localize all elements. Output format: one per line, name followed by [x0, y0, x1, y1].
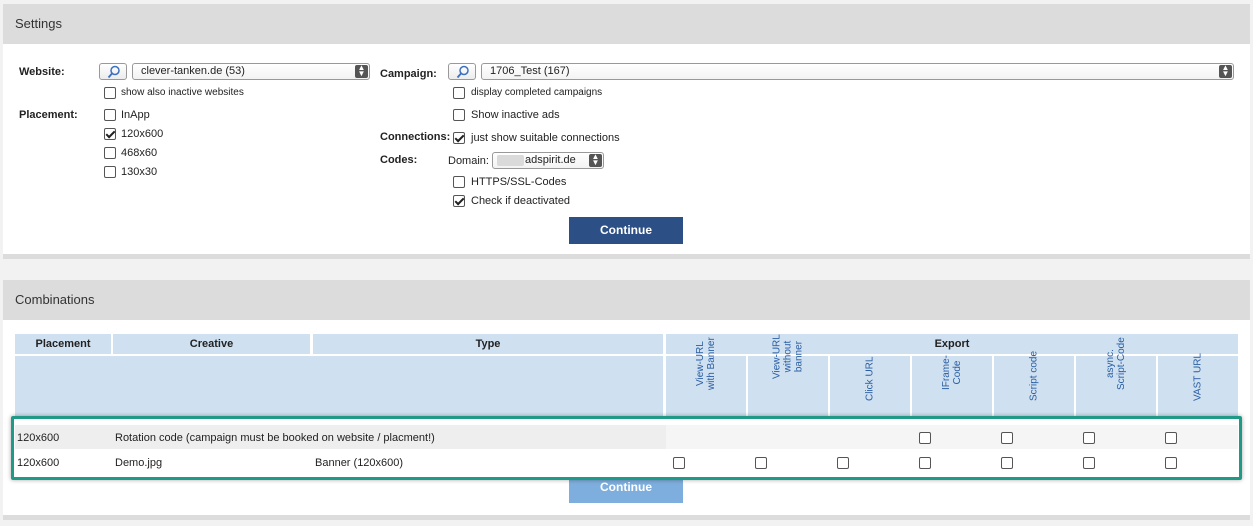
- check-deactivated-label: Check if deactivated: [471, 195, 571, 207]
- row-placement: 120x600: [17, 457, 60, 469]
- settings-panel: Settings Website: clever-tanken.de (53) …: [3, 4, 1250, 259]
- placement-label-130x30: 130x30: [121, 166, 158, 178]
- show-inactive-websites-label: show also inactive websites: [121, 87, 244, 98]
- iframe-code-checkbox[interactable]: [919, 457, 931, 469]
- campaign-select[interactable]: 1706_Test (167) ▲ ▼: [481, 63, 1234, 80]
- website-select-value: clever-tanken.de (53): [141, 65, 245, 77]
- show-inactive-ads-checkbox[interactable]: [453, 109, 465, 121]
- settings-continue-button[interactable]: Continue: [569, 217, 683, 244]
- website-select[interactable]: clever-tanken.de (53) ▲ ▼: [132, 63, 370, 80]
- display-completed-checkbox[interactable]: [453, 87, 465, 99]
- display-completed-label: display completed campaigns: [471, 87, 603, 98]
- suitable-connections-checkbox[interactable]: [453, 132, 465, 144]
- placement-label-inapp: InApp: [121, 109, 150, 121]
- combinations-panel: Combinations Placement Creative Type Exp…: [3, 280, 1250, 520]
- export-header-vast-url: VAST URL: [1158, 353, 1238, 416]
- domain-select[interactable]: adspirit.de ▲ ▼: [492, 152, 604, 169]
- row-type: Banner (120x600): [315, 457, 404, 469]
- column-header-creative: Creative: [113, 334, 310, 354]
- row-placement: 120x600: [17, 432, 60, 444]
- async-script-code-checkbox[interactable]: [1083, 432, 1095, 444]
- vast-url-checkbox[interactable]: [1165, 432, 1177, 444]
- row-creative: Demo.jpg: [115, 457, 163, 469]
- async-script-code-checkbox[interactable]: [1083, 457, 1095, 469]
- combinations-title: Combinations: [3, 280, 1250, 320]
- placement-checkbox-130x30[interactable]: [104, 166, 116, 178]
- domain-label: Domain:: [448, 155, 489, 167]
- chevron-updown-icon: ▲ ▼: [589, 153, 602, 167]
- campaign-select-value: 1706_Test (167): [490, 65, 570, 77]
- chevron-updown-icon: ▲ ▼: [1219, 64, 1232, 78]
- check-deactivated-checkbox[interactable]: [453, 195, 465, 207]
- export-header-click-url: Click URL: [830, 356, 910, 416]
- script-code-checkbox[interactable]: [1001, 432, 1013, 444]
- campaign-label: Campaign:: [380, 68, 437, 80]
- placement-label: Placement:: [19, 109, 78, 121]
- placement-label-468x60: 468x60: [121, 147, 158, 159]
- search-icon: [456, 65, 469, 79]
- export-cells-bg: [666, 425, 1238, 449]
- click-url-checkbox[interactable]: [837, 457, 849, 469]
- row-creative: Rotation code (campaign must be booked o…: [115, 432, 435, 444]
- chevron-updown-icon: ▲ ▼: [355, 64, 368, 78]
- show-inactive-ads-label: Show inactive ads: [471, 109, 560, 121]
- iframe-code-checkbox[interactable]: [919, 432, 931, 444]
- https-codes-label: HTTPS/SSL-Codes: [471, 176, 567, 188]
- codes-label: Codes:: [380, 154, 418, 166]
- script-code-checkbox[interactable]: [1001, 457, 1013, 469]
- combinations-continue-button[interactable]: Continue: [569, 477, 683, 503]
- export-header-view-url-no-banner: View-URL without banner: [748, 334, 828, 416]
- https-codes-checkbox[interactable]: [453, 176, 465, 188]
- settings-title: Settings: [3, 4, 1250, 44]
- export-header-iframe-code: IFrame- Code: [912, 355, 992, 416]
- vast-url-checkbox[interactable]: [1165, 457, 1177, 469]
- suitable-connections-label: just show suitable connections: [471, 132, 620, 144]
- website-search-button[interactable]: [99, 63, 127, 80]
- view-url-no-banner-checkbox[interactable]: [755, 457, 767, 469]
- placement-checkbox-468x60[interactable]: [104, 147, 116, 159]
- view-url-banner-checkbox[interactable]: [673, 457, 685, 469]
- search-icon: [107, 65, 120, 79]
- campaign-search-button[interactable]: [448, 63, 476, 80]
- column-header-placement: Placement: [15, 334, 111, 354]
- placement-label-120x600: 120x600: [121, 128, 164, 140]
- column-header-export: Export: [666, 334, 1238, 354]
- column-header-type: Type: [313, 334, 663, 354]
- domain-redacted-prefix: [497, 155, 524, 166]
- placement-checkbox-120x600[interactable]: [104, 128, 116, 140]
- export-header-script-code: Script code: [994, 351, 1074, 416]
- domain-select-value: adspirit.de: [525, 154, 576, 166]
- placement-checkbox-inapp[interactable]: [104, 109, 116, 121]
- show-inactive-websites-checkbox[interactable]: [104, 87, 116, 99]
- export-header-async-script-code: async. Script-Code: [1076, 337, 1156, 416]
- website-label: Website:: [19, 66, 65, 78]
- header-filler: [15, 356, 663, 416]
- connections-label: Connections:: [380, 131, 451, 143]
- export-header-view-url-banner: View-URL with Banner: [666, 337, 746, 416]
